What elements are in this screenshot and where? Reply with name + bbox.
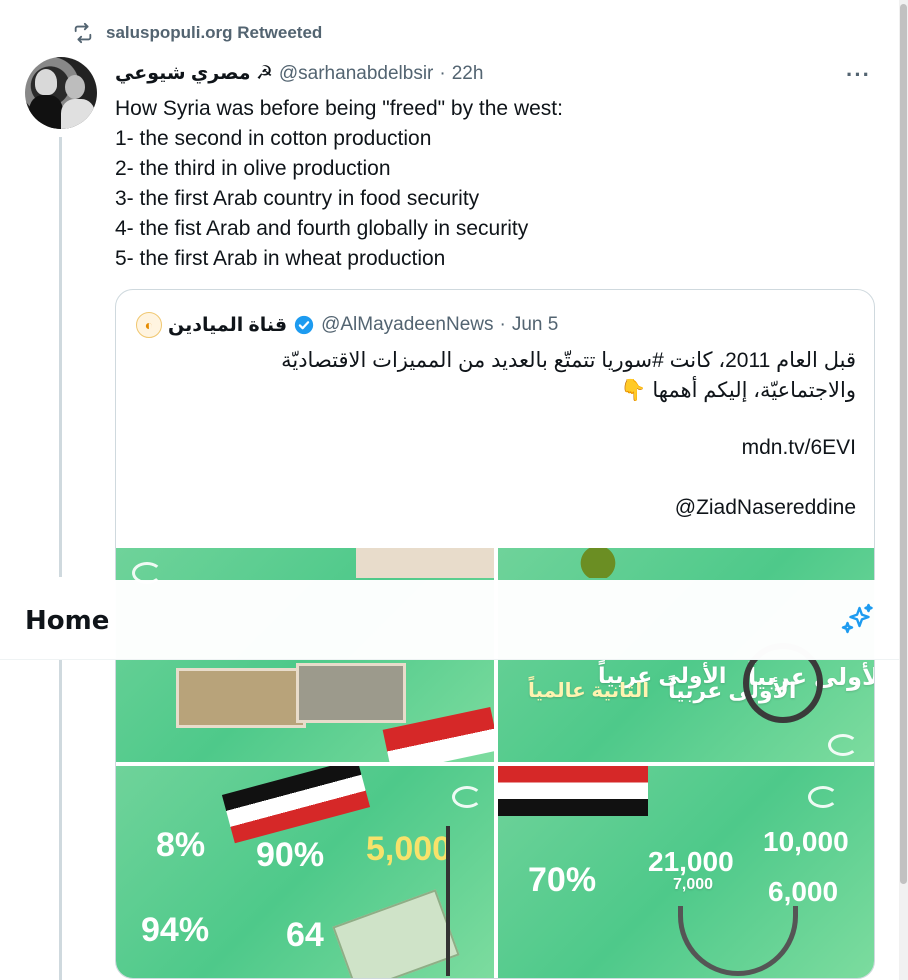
quote-date[interactable]: Jun 5 <box>512 314 558 336</box>
quote-line: قبل العام 2011، كانت #سوريا تتمتّع بالعد… <box>281 349 856 372</box>
photo-citadel <box>296 663 406 723</box>
avatar[interactable] <box>25 57 97 129</box>
page-title: Home <box>25 606 110 636</box>
tweet-line: 1- the second in cotton production <box>115 127 432 150</box>
stat-value: 70% <box>528 861 597 899</box>
quote-header: ◐ قناة الميادين @AlMayadeenNews · Jun 5 <box>136 312 558 338</box>
infographic-image[interactable]: 8% 90% 5,000 94% 64 <box>116 766 494 978</box>
stat-label: الثانية عالمياً <box>528 680 650 702</box>
stat-value: 5,000 <box>366 830 452 868</box>
olive-icon <box>558 548 638 578</box>
separator: · <box>499 314 506 335</box>
photo-building <box>176 668 306 728</box>
quote-link[interactable]: mdn.tv/6EVI <box>742 436 856 460</box>
quote-mention[interactable]: @ZiadNasereddine <box>675 496 856 520</box>
thread-line <box>59 137 62 577</box>
home-header: Home <box>0 580 899 660</box>
tweet-line: 3- the first Arab country in food securi… <box>115 187 480 210</box>
retweet-indicator[interactable]: saluspopuli.org Retweeted <box>72 22 322 44</box>
almayadeen-logo-icon: ◐ <box>136 312 162 338</box>
tweet-text: How Syria was before being "freed" by th… <box>115 94 855 274</box>
more-options-button[interactable]: ··· <box>846 62 871 88</box>
power-tower-icon <box>446 826 450 976</box>
tweet-time[interactable]: 22h <box>452 63 484 85</box>
stat-value: 90% <box>256 836 325 874</box>
stat-value: 10,000 <box>763 826 849 857</box>
verified-badge-icon <box>294 315 314 335</box>
stat-value: 8% <box>156 826 206 864</box>
quote-author-name[interactable]: قناة الميادين <box>168 314 287 337</box>
thread-line <box>59 660 62 980</box>
stat-value: 64 <box>286 916 324 954</box>
tweet-line: 5- the first Arab in wheat production <box>115 247 446 270</box>
tweet-line: 2- the third in olive production <box>115 157 391 180</box>
banknote-icon <box>332 889 460 978</box>
sparkle-icon[interactable] <box>840 602 876 638</box>
scrollbar-thumb[interactable] <box>900 4 907 884</box>
scrollbar[interactable] <box>899 0 908 980</box>
paper-strip <box>356 548 494 578</box>
quote-line: والاجتماعيّة، إليكم أهمها 👇 <box>620 379 856 402</box>
infographic-image[interactable]: 10,000 21,000 70% 6,000 7,000 <box>498 766 874 978</box>
flag-icon <box>498 766 648 816</box>
stethoscope-icon <box>678 906 798 976</box>
stat-value: 21,000 <box>648 846 734 877</box>
stat-value: 94% <box>141 911 210 949</box>
almayadeen-logo-icon <box>808 786 838 808</box>
stat-value: 6,000 <box>768 876 839 907</box>
retweet-label: saluspopuli.org Retweeted <box>106 23 323 42</box>
author-name[interactable]: مصري شيوعي ☭ <box>115 62 273 85</box>
almayadeen-logo-icon <box>452 786 482 808</box>
stat-value: 7,000 <box>673 876 714 893</box>
retweet-icon <box>74 22 92 44</box>
separator: · <box>439 62 446 84</box>
almayadeen-logo-icon <box>828 734 858 756</box>
quote-text: قبل العام 2011، كانت #سوريا تتمتّع بالعد… <box>156 346 856 406</box>
tweet-line: 4- the fist Arab and fourth globally in … <box>115 217 529 240</box>
flag-icon <box>221 766 371 844</box>
quote-author-handle[interactable]: @AlMayadeenNews <box>321 314 493 336</box>
author-handle[interactable]: @sarhanabdelbsir <box>279 63 434 85</box>
tweet-line: How Syria was before being "freed" by th… <box>115 97 563 120</box>
tweet-header: مصري شيوعي ☭ @sarhanabdelbsir · 22h <box>115 62 483 85</box>
